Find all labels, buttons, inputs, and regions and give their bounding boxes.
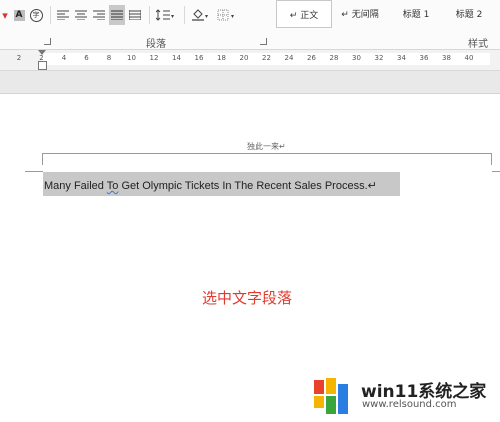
header-border-right xyxy=(491,153,492,165)
enclose-characters-button[interactable]: 字 xyxy=(28,5,44,25)
style-label: ↵ 无间隔 xyxy=(341,9,379,20)
horizontal-ruler[interactable]: 2 2 4 6 8 10 12 14 16 18 20 22 24 26 28 30 32 34 36 38 40 xyxy=(0,50,500,71)
margin-corner-right xyxy=(492,171,500,172)
ruler-tick-label: 36 xyxy=(419,54,429,62)
justify-icon xyxy=(111,10,123,20)
ruler-tick-label: 38 xyxy=(442,54,451,62)
ruler-tick-label: 14 xyxy=(172,54,181,62)
styles-gallery: ↵ 正文 ↵ 无间隔 标题 1 标题 2 xyxy=(276,0,494,28)
paragraph-toolbar: ▾ A 字 ▾ ▾ ▾ xyxy=(0,4,241,26)
style-normal[interactable]: ↵ 正文 xyxy=(276,0,332,28)
align-right-button[interactable] xyxy=(91,5,107,25)
ruler-tick-label: 16 xyxy=(194,54,204,62)
svg-text:▾: ▾ xyxy=(231,13,234,20)
margin-corner-left xyxy=(25,171,43,172)
win11-logo-icon xyxy=(314,378,348,414)
document-page[interactable]: 独此一来↵ Many Failed To Get Olympic Tickets… xyxy=(0,94,500,422)
paragraph-text-start: Many Failed xyxy=(44,180,107,192)
header-border-left xyxy=(42,153,43,165)
ruler-tick-label: 30 xyxy=(352,54,361,62)
ruler-tick-label: 4 xyxy=(61,54,67,62)
page-gap xyxy=(0,71,500,94)
ruler-tick-label: 8 xyxy=(106,54,112,62)
font-dialog-launcher[interactable] xyxy=(44,38,51,45)
borders-button[interactable]: ▾ xyxy=(215,5,239,25)
ruler-tick-label: 40 xyxy=(464,54,474,62)
ruler-tick-label: 26 xyxy=(307,54,316,62)
svg-text:▾: ▾ xyxy=(205,13,208,20)
divider xyxy=(50,6,51,24)
watermark-url: www.relsound.com xyxy=(362,399,457,410)
grammar-flagged-word: To xyxy=(106,180,119,192)
line-spacing-icon: ▾ xyxy=(156,9,174,21)
ruler-tick-label: 12 xyxy=(149,54,159,62)
align-left-button[interactable] xyxy=(55,5,71,25)
ruler-tick-label: 32 xyxy=(374,54,384,62)
ruler-tick-label: 20 xyxy=(239,54,249,62)
header-separator xyxy=(42,153,492,154)
align-center-button[interactable] xyxy=(73,5,89,25)
font-color-dropdown[interactable]: ▾ xyxy=(0,5,10,25)
style-label: 标题 2 xyxy=(455,9,483,20)
ruler-tick-label: 34 xyxy=(397,54,406,62)
char-shading-button[interactable]: A xyxy=(12,5,26,25)
hanging-indent-marker[interactable] xyxy=(38,61,47,70)
ribbon: ▾ A 字 ▾ ▾ ▾ ↵ 正文 ↵ 无间隔 标题 1 标题 2 段落 样式 xyxy=(0,0,500,50)
style-no-spacing[interactable]: ↵ 无间隔 xyxy=(332,0,388,26)
ruler-tick-label: 22 xyxy=(262,54,271,62)
selected-paragraph[interactable]: Many Failed To Get Olympic Tickets In Th… xyxy=(44,179,377,192)
enclose-char-icon: 字 xyxy=(29,8,43,22)
divider xyxy=(184,6,185,24)
distributed-button[interactable] xyxy=(127,5,143,25)
ruler-tick-label: 2 xyxy=(16,54,22,62)
ruler-tick-label: 18 xyxy=(217,54,226,62)
shading-button[interactable]: ▾ xyxy=(189,5,213,25)
ruler-tick-label: 24 xyxy=(284,54,294,62)
distributed-icon xyxy=(129,10,141,20)
paragraph-text-end: Get Olympic Tickets In The Recent Sales … xyxy=(118,180,377,192)
style-label: ↵ 正文 xyxy=(289,10,319,21)
svg-text:▾: ▾ xyxy=(171,13,174,20)
style-heading-1[interactable]: 标题 1 xyxy=(388,0,444,26)
ruler-tick-label: 10 xyxy=(127,54,136,62)
styles-group-label: 样式 xyxy=(468,39,488,50)
line-spacing-button[interactable]: ▾ xyxy=(154,5,178,25)
align-right-icon xyxy=(93,10,105,20)
divider xyxy=(149,6,150,24)
ruler-tick-label: 2 xyxy=(39,54,44,62)
paint-bucket-icon: ▾ xyxy=(192,9,208,21)
ruler-tick-label: 28 xyxy=(329,54,339,62)
paragraph-dialog-launcher[interactable] xyxy=(260,38,267,45)
ruler-tick-label: 6 xyxy=(84,54,89,62)
paragraph-group-label: 段落 xyxy=(146,39,166,50)
char-shading-icon: A xyxy=(13,9,25,21)
border-icon: ▾ xyxy=(217,9,234,21)
align-left-icon xyxy=(57,10,69,20)
page-header-text: 独此一来↵ xyxy=(247,142,286,151)
align-center-icon xyxy=(75,10,87,20)
style-label: 标题 1 xyxy=(402,9,430,20)
justify-button[interactable] xyxy=(109,5,125,25)
style-heading-2[interactable]: 标题 2 xyxy=(444,0,494,26)
instruction-caption: 选中文字段落 xyxy=(202,289,293,307)
